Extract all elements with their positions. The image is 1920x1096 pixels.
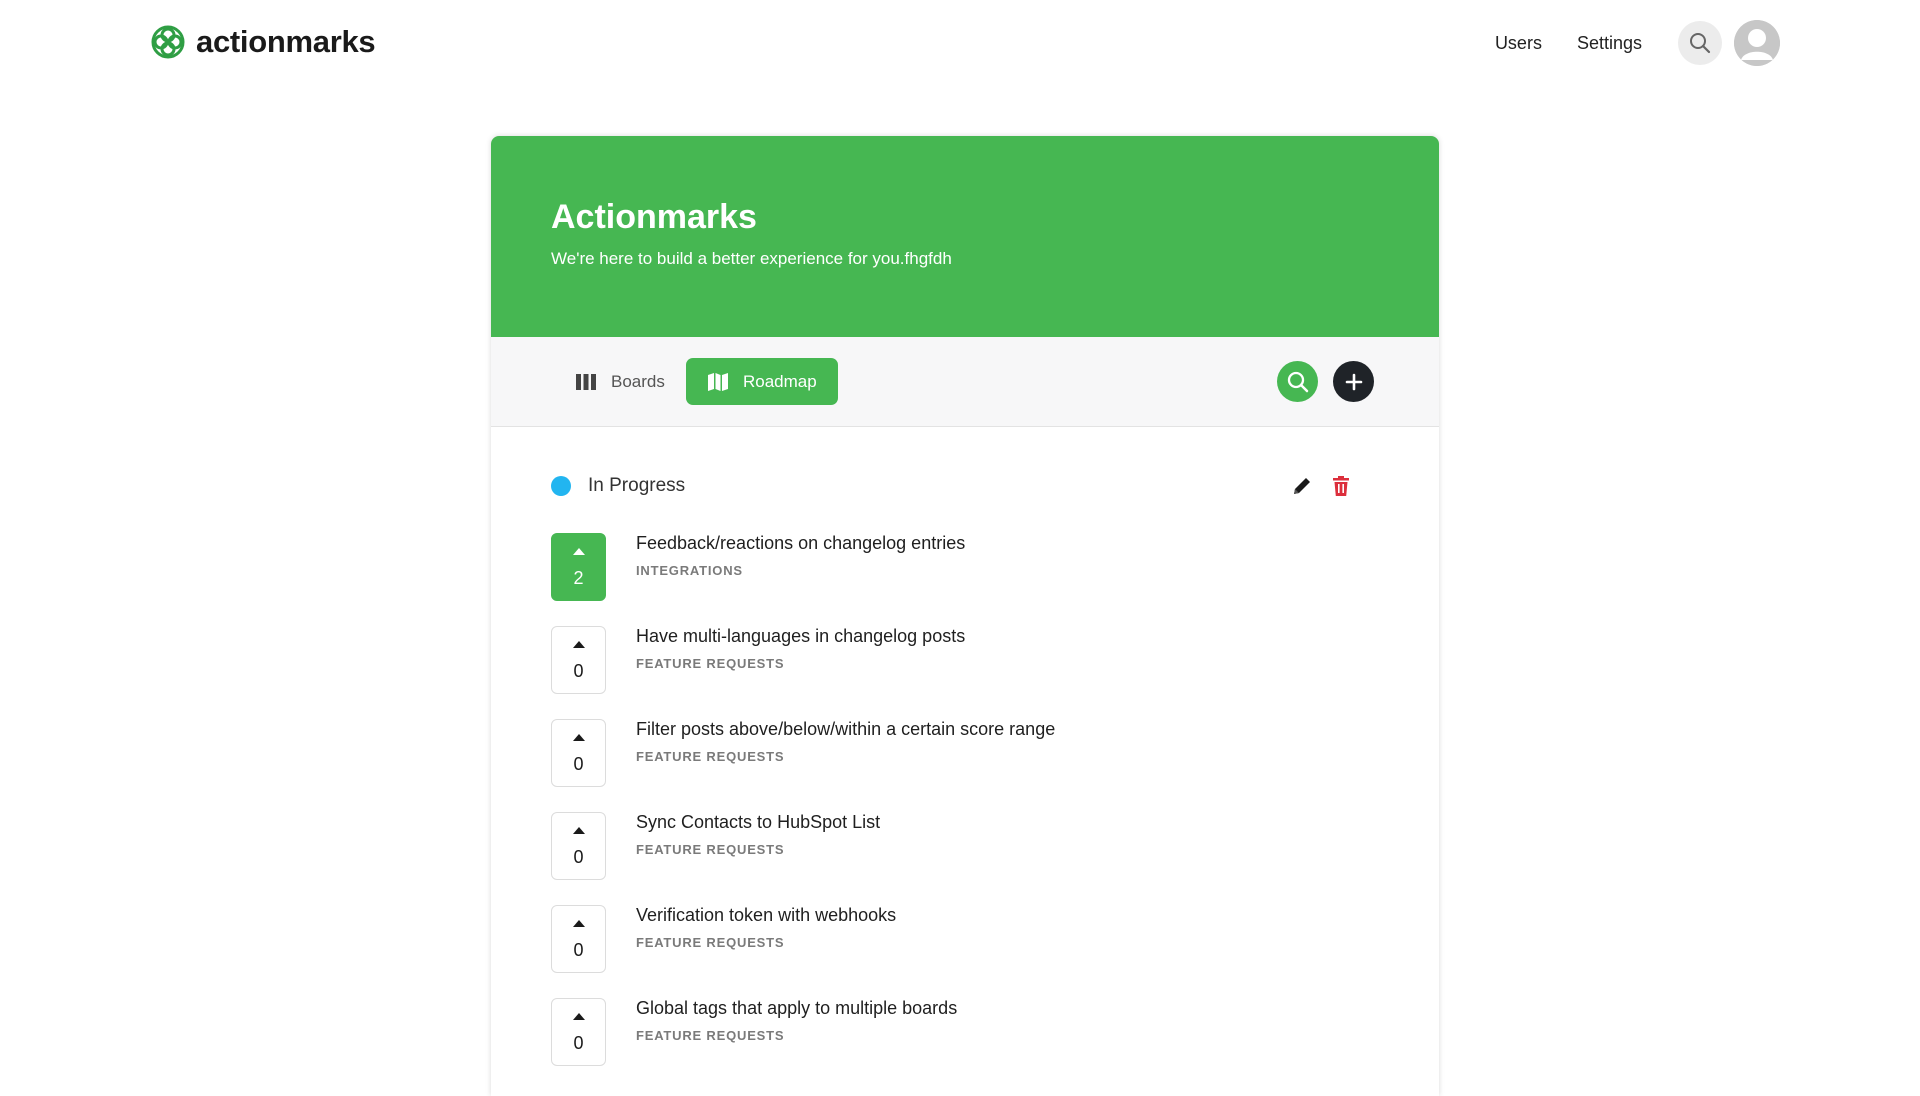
- list-item: 2 Feedback/reactions on changelog entrie…: [551, 533, 1381, 626]
- search-posts-button[interactable]: [1277, 361, 1318, 402]
- page-subtitle: We're here to build a better experience …: [551, 249, 952, 268]
- user-avatar-icon: [1734, 20, 1780, 66]
- status-header: In Progress: [551, 471, 1381, 501]
- nav-users-link[interactable]: Users: [1495, 33, 1542, 54]
- list-item: 0 Global tags that apply to multiple boa…: [551, 998, 1381, 1091]
- user-avatar[interactable]: [1734, 20, 1780, 66]
- columns-icon: [575, 373, 597, 391]
- search-icon: [1287, 371, 1308, 392]
- upvote-button[interactable]: 0: [551, 905, 606, 973]
- upvote-arrow-icon: [572, 548, 585, 555]
- tab-boards-label: Boards: [611, 371, 665, 391]
- post-body: Verification token with webhooks FEATURE…: [636, 905, 896, 950]
- post-list: 2 Feedback/reactions on changelog entrie…: [551, 533, 1381, 1091]
- edit-status-button[interactable]: [1291, 475, 1313, 497]
- post-body: Global tags that apply to multiple board…: [636, 998, 957, 1043]
- post-body: Feedback/reactions on changelog entries …: [636, 533, 965, 578]
- tab-boards[interactable]: Boards: [554, 358, 686, 405]
- post-title[interactable]: Have multi-languages in changelog posts: [636, 626, 965, 647]
- post-board-label: FEATURE REQUESTS: [636, 1028, 785, 1043]
- page-title: Actionmarks: [551, 198, 757, 236]
- vote-count: 0: [573, 847, 584, 867]
- post-body: Sync Contacts to HubSpot List FEATURE RE…: [636, 812, 880, 857]
- post-board-label: FEATURE REQUESTS: [636, 935, 785, 950]
- post-body: Filter posts above/below/within a certai…: [636, 719, 1055, 764]
- status-actions: [1291, 475, 1351, 497]
- trash-icon: [1333, 476, 1349, 496]
- vote-count: 0: [573, 661, 584, 681]
- list-item: 0 Filter posts above/below/within a cert…: [551, 719, 1381, 812]
- roadmap-card: Actionmarks We're here to build a better…: [491, 136, 1439, 1096]
- brand-name: actionmarks: [196, 24, 376, 59]
- tab-roadmap[interactable]: Roadmap: [686, 358, 838, 405]
- upvote-button[interactable]: 0: [551, 719, 606, 787]
- post-board-label: FEATURE REQUESTS: [636, 842, 785, 857]
- vote-count: 0: [573, 940, 584, 960]
- list-item: 0 Sync Contacts to HubSpot List FEATURE …: [551, 812, 1381, 905]
- top-navigation: actionmarks Users Settings: [0, 0, 1920, 88]
- add-post-button[interactable]: [1333, 361, 1374, 402]
- vote-count: 2: [573, 568, 584, 588]
- upvote-arrow-icon: [572, 920, 585, 927]
- status-color-dot: [551, 476, 571, 496]
- upvote-arrow-icon: [572, 827, 585, 834]
- global-search-button[interactable]: [1678, 21, 1722, 65]
- delete-status-button[interactable]: [1331, 475, 1351, 497]
- post-body: Have multi-languages in changelog posts …: [636, 626, 965, 671]
- vote-count: 0: [573, 1033, 584, 1053]
- pencil-icon: [1294, 478, 1310, 494]
- vote-count: 0: [573, 754, 584, 774]
- list-item: 0 Have multi-languages in changelog post…: [551, 626, 1381, 719]
- nav-settings-link[interactable]: Settings: [1577, 33, 1642, 54]
- upvote-arrow-icon: [572, 641, 585, 648]
- nav-links: Users Settings: [1495, 20, 1780, 66]
- list-item: 0 Verification token with webhooks FEATU…: [551, 905, 1381, 998]
- hero-banner: Actionmarks We're here to build a better…: [491, 136, 1439, 337]
- upvote-button[interactable]: 0: [551, 626, 606, 694]
- post-board-label: INTEGRATIONS: [636, 563, 743, 578]
- search-icon: [1690, 33, 1711, 54]
- post-title[interactable]: Filter posts above/below/within a certai…: [636, 719, 1055, 740]
- status-label: In Progress: [588, 475, 686, 496]
- post-board-label: FEATURE REQUESTS: [636, 656, 785, 671]
- upvote-button[interactable]: 0: [551, 812, 606, 880]
- upvote-arrow-icon: [572, 1013, 585, 1020]
- upvote-arrow-icon: [572, 734, 585, 741]
- map-icon: [707, 372, 729, 392]
- post-title[interactable]: Verification token with webhooks: [636, 905, 896, 926]
- upvote-button[interactable]: 2: [551, 533, 606, 601]
- upvote-button[interactable]: 0: [551, 998, 606, 1066]
- view-toolbar: Boards Roadmap: [491, 337, 1439, 427]
- post-title[interactable]: Sync Contacts to HubSpot List: [636, 812, 880, 833]
- plus-icon: [1345, 373, 1362, 390]
- post-title[interactable]: Global tags that apply to multiple board…: [636, 998, 957, 1019]
- post-title[interactable]: Feedback/reactions on changelog entries: [636, 533, 965, 554]
- brand-home-link[interactable]: actionmarks: [150, 24, 376, 60]
- post-board-label: FEATURE REQUESTS: [636, 749, 785, 764]
- flower-logo-icon: [151, 25, 185, 59]
- tab-roadmap-label: Roadmap: [743, 371, 817, 391]
